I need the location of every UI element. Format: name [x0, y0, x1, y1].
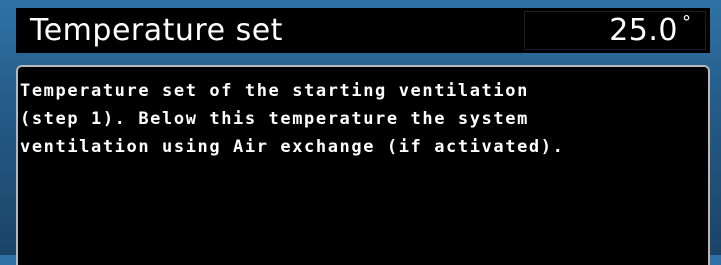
help-line: Temperature set of the starting ventilat… [20, 81, 529, 101]
help-line: (step 1). Below this temperature the sys… [20, 109, 529, 129]
help-line: ventilation using Air exchange (if activ… [20, 137, 565, 157]
parameter-value: 25.0 [609, 13, 678, 48]
parameter-value-field[interactable]: 25.0 ° [524, 11, 706, 50]
degree-symbol: ° [682, 12, 691, 33]
parameter-title: Temperature set [30, 13, 283, 48]
help-description-panel: Temperature set of the starting ventilat… [16, 65, 710, 265]
help-text: Temperature set of the starting ventilat… [18, 67, 708, 161]
parameter-header: Temperature set 25.0 ° [16, 8, 710, 53]
